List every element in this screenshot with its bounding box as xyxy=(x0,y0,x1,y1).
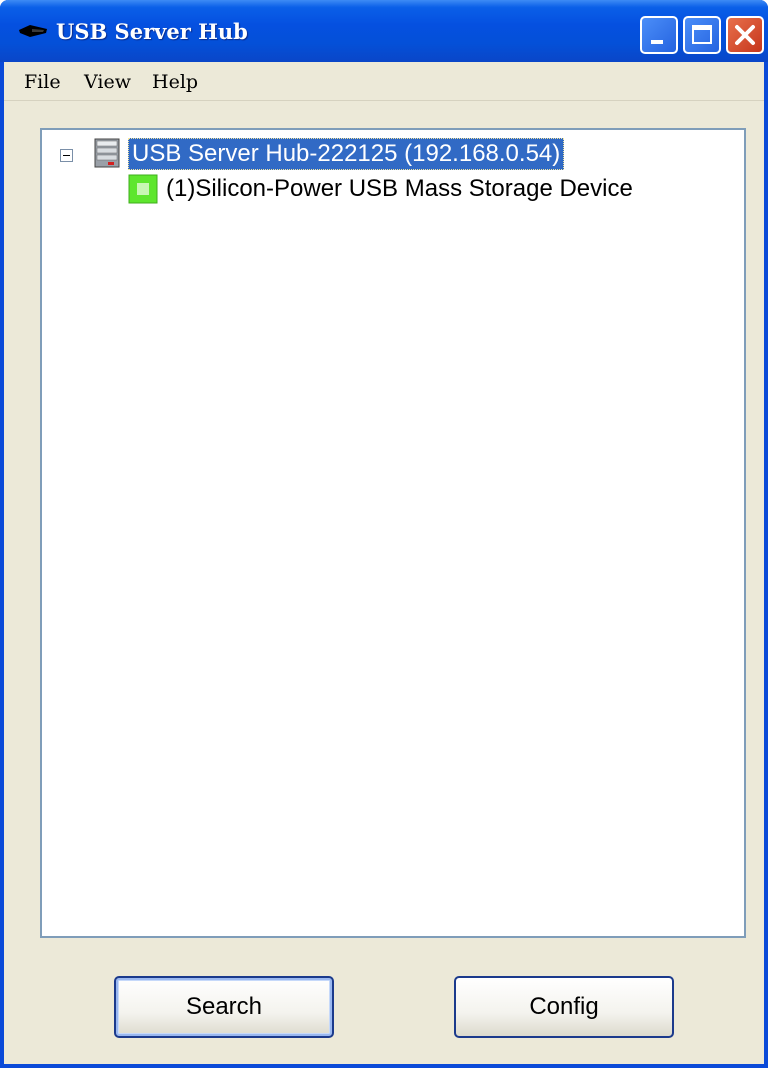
menu-file[interactable]: File xyxy=(24,70,61,94)
tree-node-usb-device[interactable]: (1)Silicon-Power USB Mass Storage Device xyxy=(166,173,633,205)
usb-device-icon xyxy=(128,174,158,204)
config-button[interactable]: Config xyxy=(454,976,674,1038)
tree-node-server[interactable]: USB Server Hub-222125 (192.168.0.54) xyxy=(128,138,565,170)
search-button[interactable]: Search xyxy=(114,976,334,1038)
app-icon xyxy=(19,25,47,37)
title-bar[interactable]: USB Server Hub xyxy=(0,0,768,62)
server-icon xyxy=(94,138,120,168)
menu-help[interactable]: Help xyxy=(152,70,198,94)
device-tree[interactable]: USB Server Hub-222125 (192.168.0.54) (1)… xyxy=(40,128,746,938)
maximize-button[interactable] xyxy=(683,16,721,54)
minimize-button[interactable] xyxy=(640,16,678,54)
minimize-icon xyxy=(651,40,663,44)
window-title: USB Server Hub xyxy=(56,19,248,44)
maximize-icon xyxy=(692,25,712,44)
close-button[interactable] xyxy=(726,16,764,54)
menu-bar: File View Help xyxy=(4,62,764,101)
collapse-toggle-icon[interactable] xyxy=(60,149,73,162)
close-icon xyxy=(735,25,755,45)
menu-view[interactable]: View xyxy=(84,70,131,94)
app-window: USB Server Hub File View Help USB Server… xyxy=(0,0,768,1068)
